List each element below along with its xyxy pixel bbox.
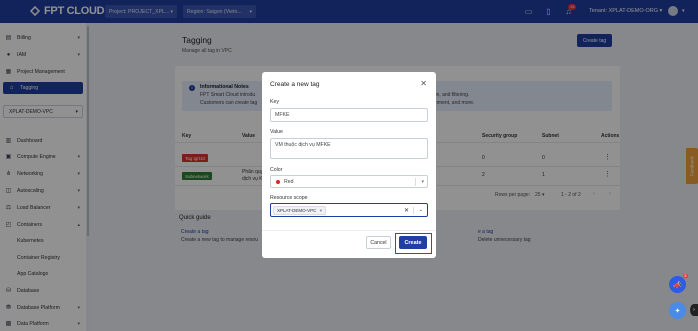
color-swatch [276, 179, 280, 184]
value-textarea[interactable]: VM thuộc dịch vụ MFKE [270, 138, 428, 159]
color-select[interactable]: Red ▾ [270, 175, 428, 188]
close-icon[interactable]: ✕ [420, 80, 427, 88]
color-select-value: Red [284, 178, 294, 185]
create-tag-dialog: Create a new tag ✕ Key MFKE Value VM thu… [262, 72, 436, 258]
resource-scope-chip-label: XPLAT-DEMO-VPC [277, 207, 317, 213]
key-label: Key [270, 99, 279, 105]
select-divider [413, 207, 414, 214]
cancel-button[interactable]: Cancel [366, 236, 391, 249]
announcement-badge: 8 [682, 274, 688, 278]
collapse-handle[interactable]: › [690, 304, 698, 316]
dialog-title: Create a new tag [270, 81, 320, 88]
resource-scope-chip: XPLAT-DEMO-VPC × [273, 205, 327, 215]
megaphone-icon: 📣 [673, 281, 682, 289]
announcement-button[interactable]: 📣 8 [669, 274, 688, 293]
highlight-frame [395, 233, 432, 254]
assistant-button[interactable]: ✦ [669, 302, 686, 319]
chevron-right-icon: › [693, 307, 695, 313]
key-input-value: MFKE [275, 112, 290, 118]
color-label: Color [270, 167, 283, 173]
resource-scope-select[interactable]: XPLAT-DEMO-VPC × ✕ ⌄ [270, 203, 428, 217]
chevron-down-icon[interactable]: ⌄ [419, 207, 423, 213]
key-input[interactable]: MFKE [270, 108, 428, 122]
select-divider [415, 178, 416, 186]
resource-scope-label: Resource scope [270, 195, 308, 201]
chip-remove-icon[interactable]: × [319, 208, 322, 213]
value-textarea-value: VM thuộc dịch vụ MFKE [275, 142, 331, 148]
chevron-down-icon: ▾ [421, 178, 424, 185]
sparkle-icon: ✦ [674, 307, 681, 315]
dialog-footer-divider [262, 230, 436, 231]
clear-icon[interactable]: ✕ [404, 207, 409, 214]
value-label: Value [270, 129, 283, 135]
